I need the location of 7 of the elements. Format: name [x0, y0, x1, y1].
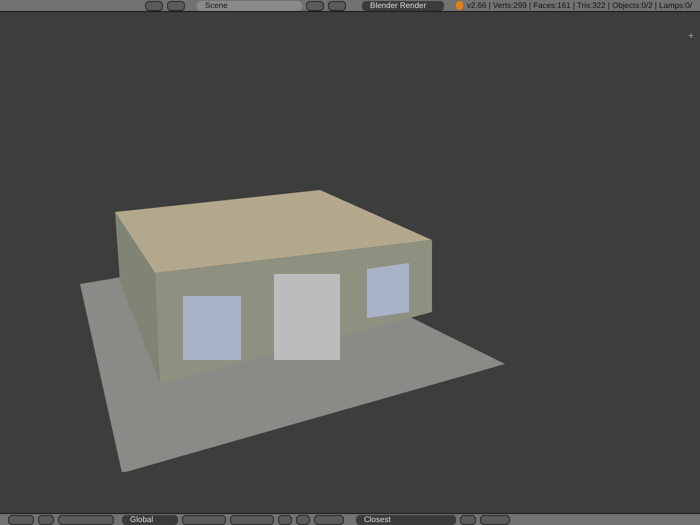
orientation-dropdown[interactable]: Global — [122, 514, 178, 524]
render-engine-dropdown[interactable]: Blender Render — [362, 0, 444, 10]
snap-target-dropdown[interactable]: Closest — [356, 514, 456, 524]
blender-logo-icon — [456, 1, 463, 10]
scene-field[interactable]: Scene — [196, 0, 302, 10]
scene-statistics: v2.66 | Verts:299 | Faces:161 | Tris:322 | Objects:0/2 | Lamps:0/ — [466, 2, 692, 10]
corner-widget[interactable]: + — [688, 32, 694, 42]
